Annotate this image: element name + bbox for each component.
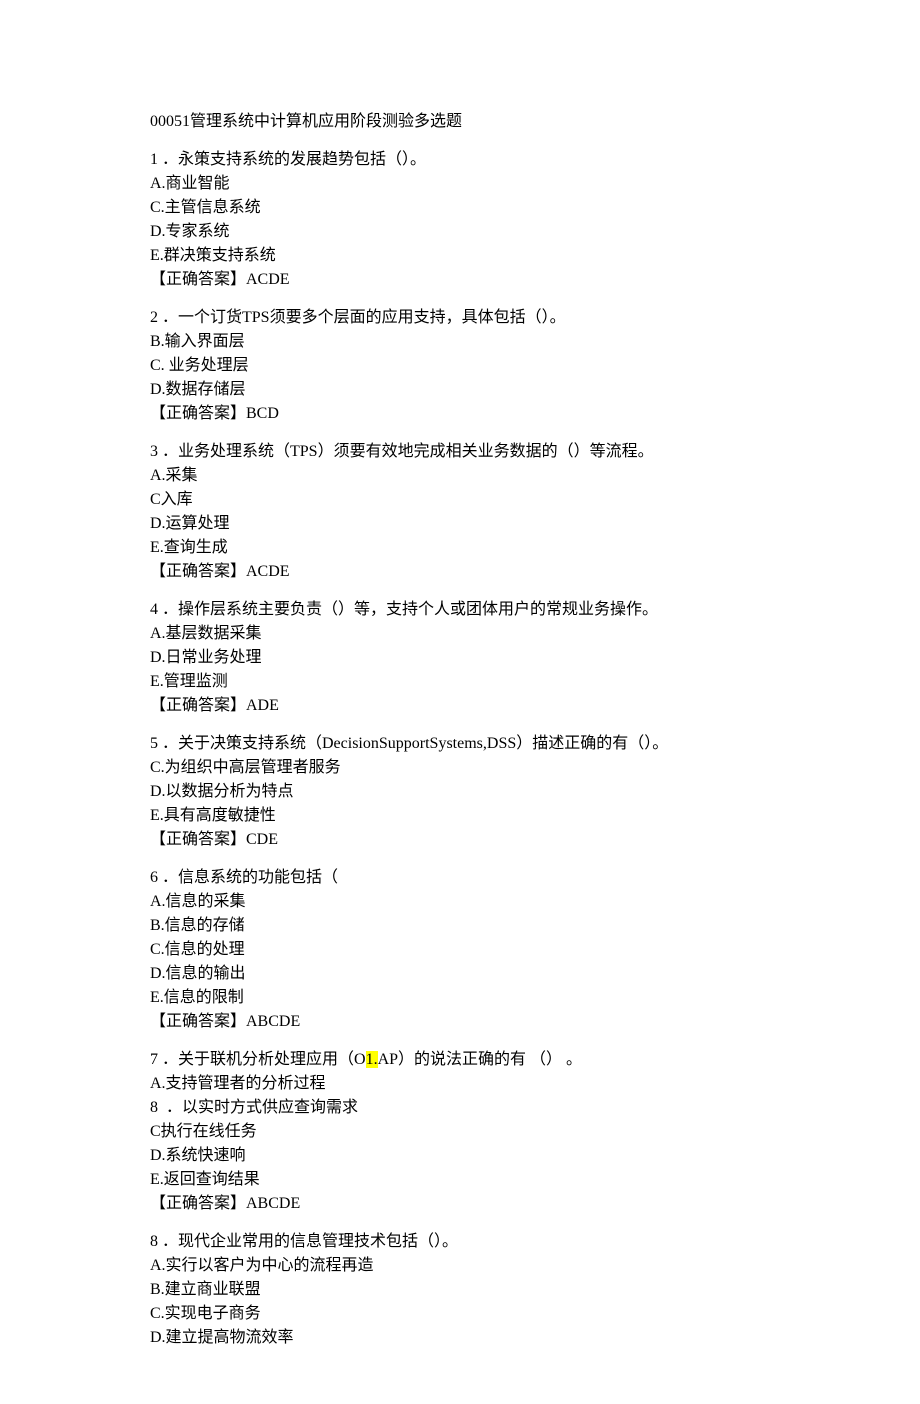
correct-answer: 【正确答案】ADE: [150, 694, 770, 718]
stem-text: ．关于决策支持系统（DecisionSupportSystems,DSS）描述正…: [158, 735, 668, 752]
question-stem: 3 ．业务处理系统（TPS）须要有效地完成相关业务数据的（）等流程。: [150, 440, 770, 464]
question-stem: 4 ．操作层系统主要负责（）等，支持个人或团体用户的常规业务操作。: [150, 598, 770, 622]
question-option: C. 业务处理层: [150, 354, 770, 378]
question-number: 7: [150, 1051, 158, 1068]
question-option: E.具有高度敏捷性: [150, 804, 770, 828]
question-option: C.主管信息系统: [150, 196, 770, 220]
question-number: 2: [150, 309, 158, 326]
question-option: A.采集: [150, 464, 770, 488]
question-block: 3 ．业务处理系统（TPS）须要有效地完成相关业务数据的（）等流程。A.采集C入…: [150, 440, 770, 584]
correct-answer: 【正确答案】CDE: [150, 828, 770, 852]
stem-text: ．一个订货TPS须要多个层面的应用支持，具体包括（）。: [158, 309, 566, 326]
question-number: 6: [150, 869, 158, 886]
question-number: 1: [150, 151, 158, 168]
question-stem: 7 ．关于联机分析处理应用（O1.AP）的说法正确的有 （） 。: [150, 1048, 770, 1072]
question-block: 2 ．一个订货TPS须要多个层面的应用支持，具体包括（）。B.输入界面层C. 业…: [150, 306, 770, 426]
question-option: B.输入界面层: [150, 330, 770, 354]
question-stem: 1 ．永策支持系统的发展趋势包括（）。: [150, 148, 770, 172]
correct-answer: 【正确答案】ABCDE: [150, 1010, 770, 1034]
stem-text: ．业务处理系统（TPS）须要有效地完成相关业务数据的（）等流程。: [158, 443, 654, 460]
question-option: C.信息的处理: [150, 938, 770, 962]
question-block: 4 ．操作层系统主要负责（）等，支持个人或团体用户的常规业务操作。A.基层数据采…: [150, 598, 770, 718]
stem-text: ．信息系统的功能包括（: [158, 869, 338, 886]
question-option: D.建立提高物流效率: [150, 1326, 770, 1350]
question-option: C执行在线任务: [150, 1120, 770, 1144]
question-option: A.基层数据采集: [150, 622, 770, 646]
question-option: D.以数据分析为特点: [150, 780, 770, 804]
question-option: E.查询生成: [150, 536, 770, 560]
question-option: D.日常业务处理: [150, 646, 770, 670]
question-number: 5: [150, 735, 158, 752]
question-option: 8 ．以实时方式供应查询需求: [150, 1096, 770, 1120]
question-option: D.信息的输出: [150, 962, 770, 986]
question-option: E.管理监测: [150, 670, 770, 694]
question-number: 8: [150, 1233, 158, 1250]
question-block: 1 ．永策支持系统的发展趋势包括（）。A.商业智能C.主管信息系统D.专家系统E…: [150, 148, 770, 292]
question-stem: 5 ．关于决策支持系统（DecisionSupportSystems,DSS）描…: [150, 732, 770, 756]
correct-answer: 【正确答案】ACDE: [150, 560, 770, 584]
question-number: 4: [150, 601, 158, 618]
stem-text-pre: ．关于联机分析处理应用（O: [158, 1051, 366, 1068]
question-option: D.系统快速响: [150, 1144, 770, 1168]
question-block: 8 ．现代企业常用的信息管理技术包括（）。A.实行以客户为中心的流程再造B.建立…: [150, 1230, 770, 1350]
highlighted-text: 1.: [366, 1051, 378, 1068]
question-option: E.群决策支持系统: [150, 244, 770, 268]
question-option: E.返回查询结果: [150, 1168, 770, 1192]
question-option: B.建立商业联盟: [150, 1278, 770, 1302]
question-option: D.数据存储层: [150, 378, 770, 402]
question-block: 7 ．关于联机分析处理应用（O1.AP）的说法正确的有 （） 。A.支持管理者的…: [150, 1048, 770, 1216]
correct-answer: 【正确答案】ACDE: [150, 268, 770, 292]
correct-answer: 【正确答案】BCD: [150, 402, 770, 426]
question-option: C入库: [150, 488, 770, 512]
question-option: D.专家系统: [150, 220, 770, 244]
question-stem: 6 ．信息系统的功能包括（: [150, 866, 770, 890]
question-stem: 2 ．一个订货TPS须要多个层面的应用支持，具体包括（）。: [150, 306, 770, 330]
questions-container: 1 ．永策支持系统的发展趋势包括（）。A.商业智能C.主管信息系统D.专家系统E…: [150, 148, 770, 1350]
question-option: C.实现电子商务: [150, 1302, 770, 1326]
question-number: 3: [150, 443, 158, 460]
question-option: C.为组织中高层管理者服务: [150, 756, 770, 780]
question-option: A.商业智能: [150, 172, 770, 196]
document-title: 00051管理系统中计算机应用阶段测验多选题: [150, 110, 770, 134]
question-option: A.支持管理者的分析过程: [150, 1072, 770, 1096]
stem-text: ．现代企业常用的信息管理技术包括（）。: [158, 1233, 458, 1250]
question-option: D.运算处理: [150, 512, 770, 536]
stem-text: ．永策支持系统的发展趋势包括（）。: [158, 151, 426, 168]
document-page: 00051管理系统中计算机应用阶段测验多选题 1 ．永策支持系统的发展趋势包括（…: [0, 0, 920, 1404]
question-block: 6 ．信息系统的功能包括（A.信息的采集B.信息的存储C.信息的处理D.信息的输…: [150, 866, 770, 1034]
question-option: A.实行以客户为中心的流程再造: [150, 1254, 770, 1278]
question-block: 5 ．关于决策支持系统（DecisionSupportSystems,DSS）描…: [150, 732, 770, 852]
question-stem: 8 ．现代企业常用的信息管理技术包括（）。: [150, 1230, 770, 1254]
correct-answer: 【正确答案】ABCDE: [150, 1192, 770, 1216]
question-option: E.信息的限制: [150, 986, 770, 1010]
question-option: B.信息的存储: [150, 914, 770, 938]
question-option: A.信息的采集: [150, 890, 770, 914]
stem-text-post: AP）的说法正确的有 （） 。: [378, 1051, 582, 1068]
stem-text: ．操作层系统主要负责（）等，支持个人或团体用户的常规业务操作。: [158, 601, 658, 618]
